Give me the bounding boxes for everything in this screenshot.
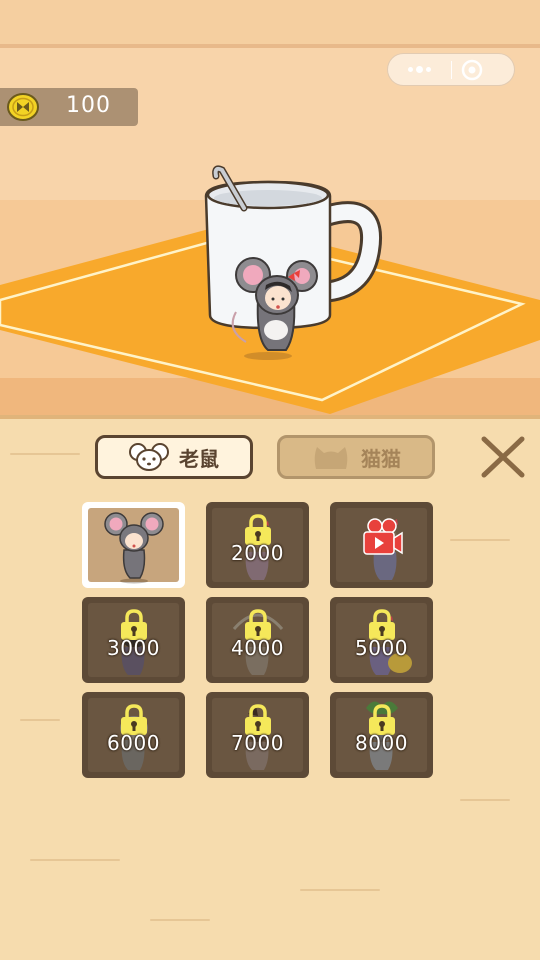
price-label: 7000 [231, 731, 284, 755]
price-label: 6000 [107, 731, 160, 755]
capsule-divider [451, 61, 452, 79]
price-label: 3000 [107, 636, 160, 660]
skin-card-video[interactable] [330, 502, 433, 588]
wood-grain [450, 539, 510, 541]
wood-grain [300, 889, 380, 891]
mouse-head-icon [129, 443, 169, 471]
tab-mouse[interactable]: 老鼠 [95, 435, 253, 479]
coin-count: 100 [66, 93, 111, 118]
skin-card-4000[interactable]: 4000 [206, 597, 309, 683]
miniprogram-capsule [387, 53, 515, 86]
wood-grain [150, 919, 210, 921]
wood-grain [30, 859, 120, 861]
skin-panel: 老鼠 猫猫 2000 3000 4000 5000 6000 7000 8000 [0, 415, 540, 960]
video-camera-icon [363, 518, 403, 555]
coin-counter: 100 [0, 88, 138, 126]
close-x-icon[interactable] [478, 433, 528, 481]
skin-card-5000[interactable]: 5000 [330, 597, 433, 683]
tab-mouse-label: 老鼠 [179, 446, 219, 471]
mouse-figure [104, 512, 164, 584]
tab-cat[interactable]: 猫猫 [277, 435, 435, 479]
skin-card-2000[interactable]: 2000 [206, 502, 309, 588]
wood-grain [10, 453, 80, 455]
price-label: 8000 [355, 731, 408, 755]
coin-icon [7, 93, 39, 121]
wood-grain [460, 799, 510, 801]
skin-card-7000[interactable]: 7000 [206, 692, 309, 778]
skin-card-mouse-default[interactable] [82, 502, 185, 588]
skin-card-6000[interactable]: 6000 [82, 692, 185, 778]
price-label: 4000 [231, 636, 284, 660]
tab-cat-label: 猫猫 [361, 446, 401, 471]
cat-head-icon [314, 447, 348, 469]
target-icon[interactable] [460, 58, 484, 82]
more-dots-icon[interactable] [388, 54, 451, 85]
wood-grain [20, 719, 60, 721]
game-scene: 100 [0, 0, 540, 415]
skin-card-3000[interactable]: 3000 [82, 597, 185, 683]
price-label: 2000 [231, 541, 284, 565]
skin-card-8000[interactable]: 8000 [330, 692, 433, 778]
price-label: 5000 [355, 636, 408, 660]
